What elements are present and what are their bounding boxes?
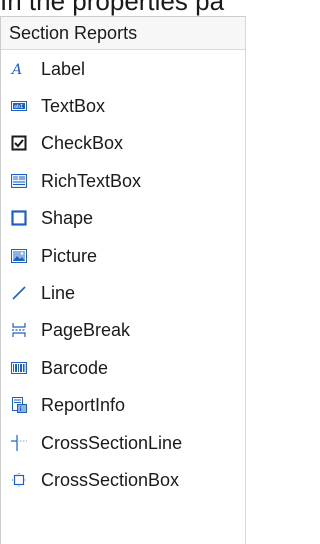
toolbox-item-label-text: Label	[41, 58, 86, 79]
toolbox-item-label-text: Line	[41, 283, 76, 304]
toolbox-item-crosssectionline[interactable]: CrossSectionLine	[1, 424, 245, 461]
document-caption-text: In the properties pa	[0, 0, 225, 16]
toolbox-item-list: A Label abI TextBox CheckBox RichTextBox…	[1, 50, 245, 499]
toolbox-item-label-text: Picture	[41, 245, 98, 266]
toolbox-item-crosssectionbox[interactable]: CrossSectionBox	[1, 461, 245, 498]
toolbox-panel: Section Reports A Label abI TextBox Chec…	[0, 16, 246, 544]
crosssectionline-icon	[11, 434, 27, 451]
toolbox-item-barcode[interactable]: Barcode	[1, 349, 245, 386]
picture-icon	[11, 248, 27, 264]
toolbox-item-shape[interactable]: Shape	[1, 200, 245, 237]
toolbox-item-label-text: TextBox	[41, 96, 106, 117]
label-icon: A	[11, 61, 27, 77]
toolbox-item-pagebreak[interactable]: PageBreak	[1, 312, 245, 349]
pagebreak-icon	[11, 322, 27, 338]
barcode-icon	[11, 360, 27, 376]
crosssectionbox-icon	[11, 472, 27, 488]
textbox-icon: abI	[11, 98, 27, 114]
svg-text:A: A	[11, 62, 22, 77]
toolbox-item-label-text: Shape	[41, 208, 94, 229]
svg-text:abI: abI	[14, 104, 23, 110]
toolbox-item-picture[interactable]: Picture	[1, 237, 245, 274]
toolbox-item-reportinfo[interactable]: i ReportInfo	[1, 387, 245, 424]
toolbox-section-header[interactable]: Section Reports	[1, 17, 245, 50]
toolbox-item-label-text: ReportInfo	[41, 395, 126, 416]
richtextbox-icon	[11, 173, 27, 189]
toolbox-item-line[interactable]: Line	[1, 274, 245, 311]
toolbox-item-textbox[interactable]: abI TextBox	[1, 87, 245, 124]
toolbox-item-label-text: CheckBox	[41, 133, 124, 154]
toolbox-item-label[interactable]: A Label	[1, 50, 245, 87]
toolbox-item-richtextbox[interactable]: RichTextBox	[1, 162, 245, 199]
page: In the properties pa Section Reports A L…	[0, 0, 272, 544]
shape-icon	[11, 210, 27, 226]
toolbox-item-checkbox[interactable]: CheckBox	[1, 125, 245, 162]
toolbox-item-label-text: PageBreak	[41, 320, 131, 341]
checkbox-icon	[11, 135, 27, 151]
svg-text:i: i	[20, 406, 22, 413]
reportinfo-icon: i	[11, 397, 27, 414]
toolbox-item-label-text: Barcode	[41, 357, 109, 378]
toolbox-item-label-text: CrossSectionLine	[41, 432, 183, 453]
toolbox-item-label-text: RichTextBox	[41, 170, 142, 191]
line-icon	[11, 285, 27, 301]
toolbox-item-label-text: CrossSectionBox	[41, 469, 180, 490]
